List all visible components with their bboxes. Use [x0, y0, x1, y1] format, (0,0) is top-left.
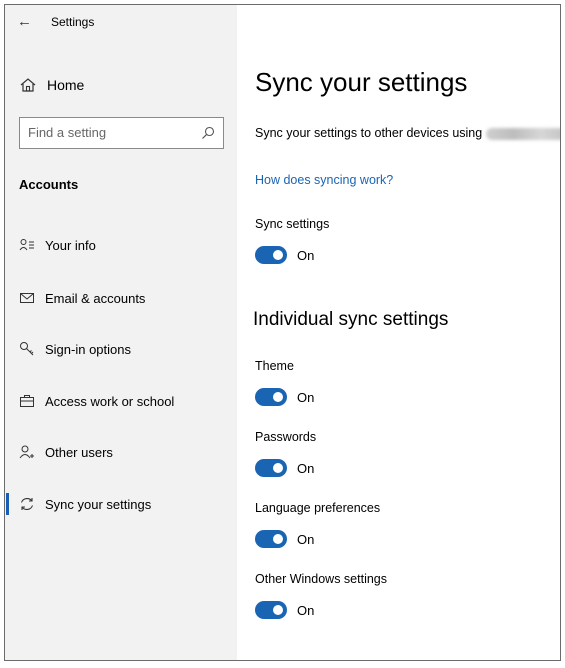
- language-preferences-label: Language preferences: [255, 501, 381, 515]
- section-heading-accounts: Accounts: [19, 177, 79, 192]
- sidebar-item-email-accounts[interactable]: Email & accounts: [5, 283, 237, 313]
- passwords-label: Passwords: [255, 430, 317, 444]
- sync-settings-toggle-row: On: [255, 244, 314, 266]
- home-icon: [20, 78, 36, 92]
- home-label: Home: [47, 77, 85, 93]
- blurred-email: [486, 127, 560, 140]
- sidebar-item-label: Your info: [45, 237, 96, 253]
- toggle-state-text: On: [297, 460, 315, 476]
- main-content: Sync your settings Sync your settings to…: [237, 5, 560, 660]
- sync-description-text: Sync your settings to other devices usin…: [255, 126, 483, 140]
- sidebar-item-other-users[interactable]: Other users: [5, 437, 237, 467]
- toggle-state-text: On: [297, 531, 315, 547]
- mail-icon: [19, 290, 35, 306]
- person-list-icon: [19, 237, 35, 253]
- briefcase-icon: [19, 393, 35, 409]
- title-bar: ← Settings: [5, 5, 237, 41]
- language-preferences-toggle-row: On: [255, 528, 314, 550]
- sidebar-item-sign-in-options[interactable]: Sign-in options: [5, 334, 237, 364]
- toggle-knob: [273, 534, 283, 544]
- toggle-knob: [273, 250, 283, 260]
- passwords-toggle-row: On: [255, 457, 314, 479]
- language-preferences-toggle[interactable]: [255, 530, 287, 548]
- toggle-knob: [273, 392, 283, 402]
- toggle-state-text: On: [297, 389, 315, 405]
- person-add-icon: [19, 444, 35, 460]
- app-title: Settings: [51, 15, 95, 29]
- sidebar-item-label: Sync your settings: [45, 496, 152, 512]
- other-windows-settings-label: Other Windows settings: [255, 572, 387, 586]
- toggle-state-text: On: [297, 247, 315, 263]
- individual-sync-heading: Individual sync settings: [253, 309, 449, 330]
- sidebar-item-your-info[interactable]: Your info: [5, 230, 237, 260]
- sidebar-item-access-work-school[interactable]: Access work or school: [5, 386, 237, 416]
- sidebar-item-label: Access work or school: [45, 393, 175, 409]
- sidebar-item-label: Sign-in options: [45, 341, 131, 357]
- search-input[interactable]: [20, 118, 206, 146]
- search-icon[interactable]: [201, 126, 215, 140]
- other-windows-settings-toggle-row: On: [255, 599, 314, 621]
- sidebar-item-label: Email & accounts: [45, 290, 146, 306]
- theme-toggle[interactable]: [255, 388, 287, 406]
- how-sync-works-link[interactable]: How does syncing work?: [255, 173, 393, 187]
- sync-description: Sync your settings to other devices usin…: [255, 126, 560, 140]
- sidebar-item-label: Other users: [45, 444, 113, 460]
- sync-icon: [19, 496, 35, 512]
- sidebar: ← Settings Home Accounts: [5, 5, 237, 660]
- sync-settings-toggle[interactable]: [255, 246, 287, 264]
- sync-settings-label: Sync settings: [255, 217, 330, 231]
- search-box[interactable]: [19, 117, 224, 149]
- sidebar-item-sync-your-settings[interactable]: Sync your settings: [5, 489, 237, 519]
- toggle-knob: [273, 463, 283, 473]
- other-windows-settings-toggle[interactable]: [255, 601, 287, 619]
- home-nav-item[interactable]: Home: [19, 75, 84, 95]
- toggle-knob: [273, 605, 283, 615]
- theme-toggle-row: On: [255, 386, 314, 408]
- back-arrow-icon[interactable]: ←: [17, 13, 32, 30]
- passwords-toggle[interactable]: [255, 459, 287, 477]
- toggle-state-text: On: [297, 602, 315, 618]
- settings-window: ← Settings Home Accounts: [4, 4, 561, 661]
- page-title: Sync your settings: [255, 67, 468, 97]
- key-icon: [19, 341, 35, 357]
- theme-label: Theme: [255, 359, 294, 373]
